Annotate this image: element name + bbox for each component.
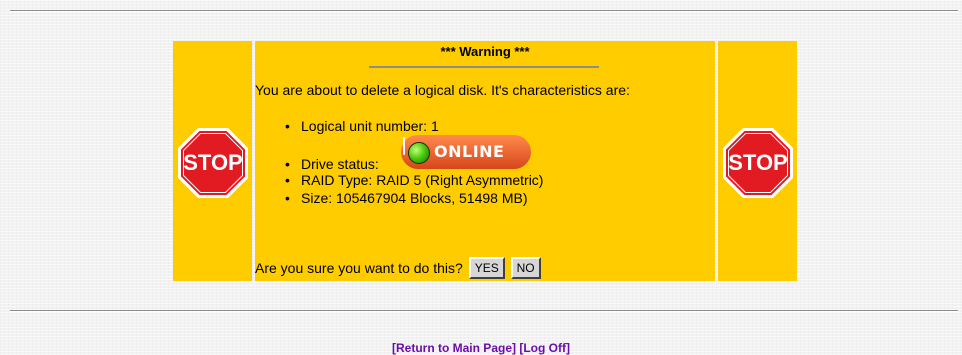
raid-type-text: RAID Type: RAID 5 (Right Asymmetric) (301, 172, 544, 188)
left-stop-panel: STOP (173, 41, 252, 281)
stop-sign-icon: STOP (177, 127, 249, 199)
confirm-question: Are you sure you want to do this? (255, 260, 463, 276)
stop-sign-text: STOP (728, 150, 788, 175)
stop-sign-text: STOP (183, 150, 243, 175)
green-led-icon (408, 142, 430, 164)
footer-links: [Return to Main Page] [Log Off] (0, 341, 962, 355)
warning-title: *** Warning *** (440, 44, 530, 59)
list-item-raid-type: RAID Type: RAID 5 (Right Asymmetric) (285, 171, 543, 189)
confirm-row: Are you sure you want to do this? YES NO (255, 257, 541, 279)
top-divider (10, 10, 958, 12)
right-stop-panel: STOP (718, 41, 797, 281)
list-item-lun: Logical unit number: 1 (285, 117, 543, 135)
bottom-divider (10, 310, 958, 312)
warning-title-divider (369, 66, 599, 68)
no-button[interactable]: NO (510, 257, 541, 279)
stop-sign-icon: STOP (722, 127, 794, 199)
online-status-badge: ONLINE (401, 135, 531, 169)
log-off-link[interactable]: [Log Off] (519, 341, 570, 355)
yes-button[interactable]: YES (468, 257, 505, 279)
list-item-size: Size: 105467904 Blocks, 51498 MB) (285, 189, 543, 207)
online-badge-text: ONLINE (434, 142, 505, 161)
size-text: Size: 105467904 Blocks, 51498 MB) (301, 190, 528, 206)
disk-characteristics-list: Logical unit number: 1 Drive status: ONL… (285, 117, 543, 207)
warning-panel: *** Warning *** You are about to delete … (255, 41, 715, 281)
return-to-main-page-link[interactable]: [Return to Main Page] (392, 341, 516, 355)
list-item-drive-status: Drive status: ONLINE (285, 135, 543, 173)
lun-text: Logical unit number: 1 (301, 118, 439, 134)
online-badge-body: ONLINE (403, 137, 504, 164)
warning-intro-text: You are about to delete a logical disk. … (255, 82, 630, 98)
